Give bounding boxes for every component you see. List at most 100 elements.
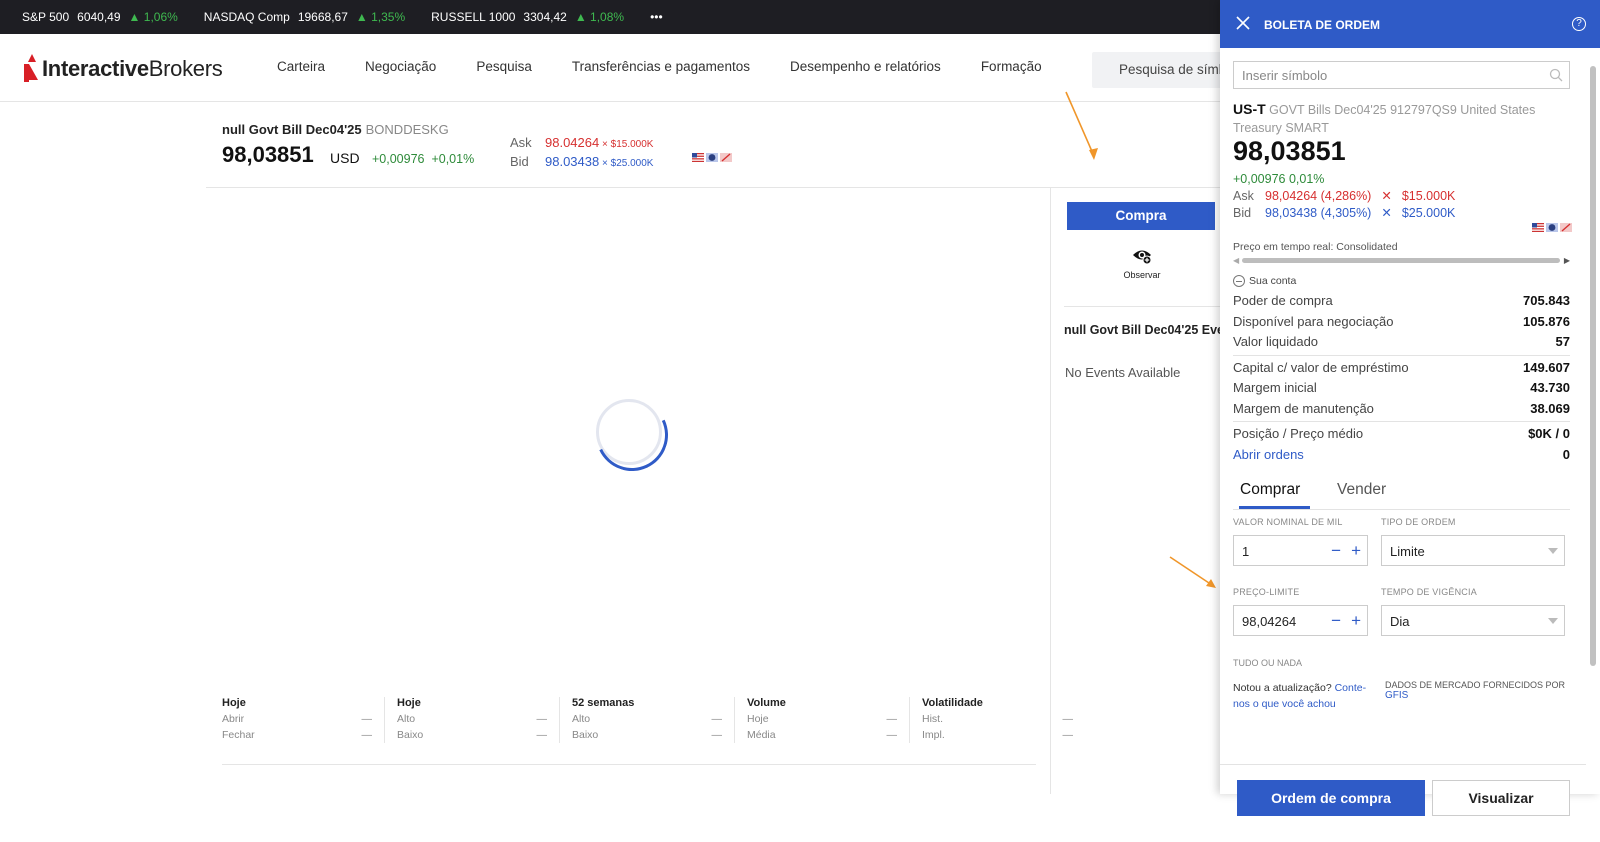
- collapse-icon: [1233, 275, 1245, 287]
- all-or-none-label[interactable]: TUDO OU NADA: [1233, 658, 1302, 668]
- ticker-value: 19668,67: [297, 10, 348, 24]
- annotation-arrow-icon: [1065, 91, 1098, 160]
- minus-icon[interactable]: −: [1331, 611, 1341, 631]
- ticker-more-icon[interactable]: •••: [650, 10, 663, 24]
- account-summary: Poder de compra 705.843 Disponível para n…: [1233, 291, 1570, 465]
- ask-label: Ask: [510, 135, 532, 150]
- ticker-value: 3304,42: [523, 10, 567, 24]
- scrollbar-thumb[interactable]: [1242, 258, 1560, 263]
- ticker-name: NASDAQ Comp: [203, 10, 290, 24]
- ticker-item-russell[interactable]: RUSSELL 1000 3304,42 ▲ 1,08%: [431, 10, 624, 24]
- stat-label: Impl.: [922, 729, 945, 741]
- preview-button[interactable]: Visualizar: [1432, 780, 1570, 816]
- ask-price: 98.04264: [545, 135, 600, 150]
- time-in-force-select[interactable]: Dia: [1381, 605, 1565, 636]
- account-row: Disponível para negociação 105.876: [1233, 312, 1570, 333]
- minus-icon[interactable]: −: [1331, 541, 1341, 561]
- ask-row: Ask 98,04264 (4,286%) ✕ $15.000K: [1233, 188, 1455, 205]
- account-label: Margem de manutenção: [1233, 400, 1374, 416]
- nav-item-carteira[interactable]: Carteira: [277, 59, 325, 74]
- open-orders-link[interactable]: Abrir ordens: [1233, 445, 1304, 466]
- account-row: Margem de manutenção 38.069: [1233, 399, 1570, 420]
- stat-value: —: [886, 713, 898, 725]
- plus-icon[interactable]: +: [1351, 611, 1361, 631]
- symbol-search-input[interactable]: Inserir símbolo: [1233, 61, 1570, 89]
- nav-item-transferencias[interactable]: Transferências e pagamentos: [572, 59, 750, 74]
- stat-row: Hist. —: [922, 711, 1073, 727]
- market-status-icon: [1546, 223, 1558, 232]
- symbol-ticker: US-T: [1233, 101, 1266, 117]
- quote-price: 98,03851: [222, 142, 314, 167]
- stat-label: Fechar: [222, 729, 255, 741]
- stat-row: Alto —: [572, 711, 722, 727]
- search-icon: [1549, 68, 1563, 82]
- header-divider: [206, 187, 1220, 188]
- symbol-price: 98,03851: [1233, 136, 1346, 166]
- stat-row: Baixo —: [572, 727, 722, 743]
- vertical-scrollbar[interactable]: [1589, 60, 1598, 670]
- scrollbar-thumb[interactable]: [1590, 66, 1596, 666]
- help-icon[interactable]: ?: [1572, 17, 1586, 31]
- logo-text-regular: Brokers: [148, 56, 223, 81]
- market-data-credit: DADOS DE MERCADO FORNECIDOS POR GFIS: [1385, 680, 1586, 701]
- stats-row: Hoje Abrir — Fechar — Hoje Alto — Baixo — 52…: [222, 697, 1097, 743]
- stat-label: Abrir: [222, 713, 245, 725]
- scroll-right-icon[interactable]: ▶: [1564, 256, 1570, 265]
- order-type-select[interactable]: Limite: [1381, 535, 1565, 566]
- active-tab-indicator: [1239, 506, 1310, 509]
- annotation-arrow-icon: [1169, 556, 1216, 588]
- order-ticket-title: BOLETA DE ORDEM: [1264, 18, 1380, 32]
- realtime-price-label: Preço em tempo real: Consolidated: [1233, 241, 1398, 253]
- limit-price-stepper[interactable]: 98,04264 − +: [1233, 605, 1368, 636]
- symbol-search-placeholder: Inserir símbolo: [1242, 68, 1328, 83]
- bid-label: Bid: [1233, 206, 1252, 220]
- time-in-force-value: Dia: [1390, 614, 1410, 629]
- tab-comprar[interactable]: Comprar: [1240, 481, 1300, 499]
- horizontal-scrollbar[interactable]: ◀ ▶: [1233, 255, 1570, 265]
- stat-label: Alto: [572, 713, 591, 725]
- time-in-force-label: TEMPO DE VIGÊNCIA: [1381, 587, 1477, 597]
- stat-block: 52 semanas Alto — Baixo —: [572, 697, 735, 743]
- ticker-value: 6040,49: [77, 10, 121, 24]
- stat-head: Volatilidade: [922, 697, 983, 709]
- ticker-name: S&P 500: [22, 10, 70, 24]
- market-data-link[interactable]: GFIS: [1385, 690, 1408, 701]
- quote-title: null Govt Bill Dec04'25 BONDDESKG: [222, 122, 449, 137]
- ask-size-value: $15.000K: [610, 139, 654, 150]
- bid-pct: (4,305%): [1320, 206, 1372, 220]
- nav-item-negociacao[interactable]: Negociação: [365, 59, 436, 74]
- nav-item-desempenho[interactable]: Desempenho e relatórios: [790, 59, 941, 74]
- account-row: Poder de compra 705.843: [1233, 291, 1570, 312]
- close-icon[interactable]: [1234, 14, 1252, 32]
- observe-button[interactable]: Observar: [1120, 246, 1164, 280]
- limit-price-label: PREÇO-LIMITE: [1233, 587, 1300, 597]
- ticker-item-nasdaq[interactable]: NASDAQ Comp 19668,67 ▲ 1,35%: [204, 10, 405, 24]
- plus-icon[interactable]: +: [1351, 541, 1361, 561]
- scroll-left-icon[interactable]: ◀: [1233, 256, 1239, 265]
- ticker-name: RUSSELL 1000: [431, 10, 516, 24]
- account-toggle[interactable]: Sua conta: [1233, 275, 1296, 287]
- nav-item-formacao[interactable]: Formação: [981, 59, 1042, 74]
- tab-vender[interactable]: Vender: [1337, 481, 1386, 499]
- nav-search-input[interactable]: Pesquisa de símb: [1092, 52, 1222, 88]
- logo[interactable]: InteractiveBrokers: [22, 54, 223, 84]
- ticker-item-sp500[interactable]: S&P 500 6040,49 ▲ 1,06%: [22, 10, 178, 24]
- nav-item-pesquisa[interactable]: Pesquisa: [476, 59, 532, 74]
- buy-order-button[interactable]: Ordem de compra: [1237, 780, 1425, 816]
- account-value: 105.876: [1523, 313, 1570, 329]
- ticker-change-value: 1,35%: [371, 10, 406, 24]
- stat-value: —: [711, 713, 723, 725]
- ask-label: Ask: [1233, 189, 1254, 203]
- ticker-change: ▲ 1,08%: [574, 10, 625, 24]
- order-type-value: Limite: [1390, 544, 1425, 559]
- order-ticket-body: Inserir símbolo US-T GOVT Bills Dec04'25…: [1220, 48, 1586, 816]
- stat-value: —: [536, 729, 548, 741]
- quantity-label: VALOR NOMINAL DE MIL: [1233, 517, 1343, 527]
- limit-price-value: 98,04264: [1242, 614, 1297, 629]
- quantity-stepper[interactable]: 1 − +: [1233, 535, 1368, 566]
- quote-ask-bid: Ask 98.04264 × $15.000K Bid 98.03438 × $25…: [510, 134, 653, 172]
- compra-button[interactable]: Compra: [1067, 202, 1215, 230]
- buy-sell-tabs: Comprar Vender: [1233, 474, 1570, 510]
- order-ticket-footer: Ordem de compra Visualizar: [1220, 764, 1586, 842]
- bid-price: 98.03438: [545, 154, 600, 169]
